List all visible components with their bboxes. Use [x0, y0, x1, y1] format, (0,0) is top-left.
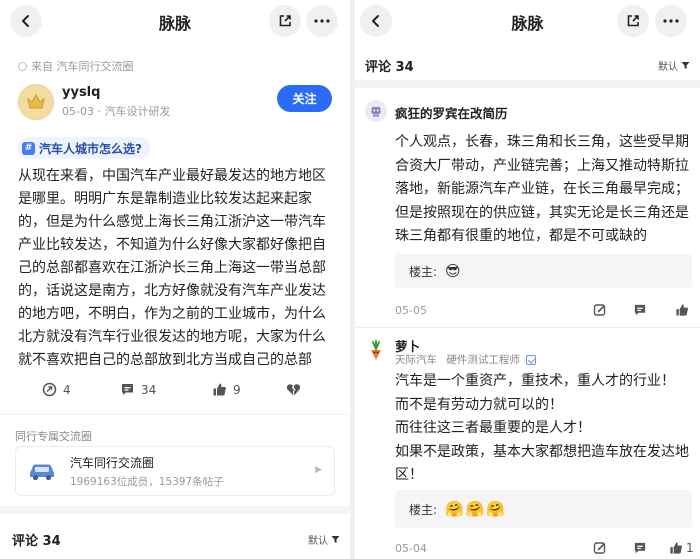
thumbs-up-icon	[676, 304, 688, 316]
group-stats: 1969163位成员，15397条帖子	[70, 475, 224, 488]
commenter-meta: 天际汽车 硬件测试工程师	[395, 352, 537, 367]
share-icon	[279, 15, 291, 27]
edit-icon	[593, 304, 606, 316]
like-count: 9	[233, 382, 241, 397]
share-action[interactable]: 4	[42, 382, 71, 397]
thumbs-up-icon	[670, 542, 682, 554]
divider	[0, 414, 350, 415]
commenter-name[interactable]: 疯狂的罗宾在改简历	[395, 103, 508, 122]
sort-icon	[681, 62, 690, 69]
post-body: 从现在来看，中国汽车产业最好最发达的地方地区是哪里。明明广东是靠制造业比较发达起…	[18, 168, 326, 368]
nav-bar: 脉脉	[0, 0, 350, 44]
author-reply[interactable]: 楼主: 😎	[395, 254, 692, 288]
sort-dropdown[interactable]: 默认	[658, 58, 690, 73]
verified-icon	[526, 355, 537, 365]
comments-header: 评论 34 默认	[355, 52, 700, 78]
like-button[interactable]: 1	[669, 541, 694, 555]
comments-title: 评论 34	[12, 534, 61, 549]
hashtag-icon: #	[22, 141, 35, 155]
broken-heart-icon	[286, 384, 301, 396]
group-name: 汽车同行交流圈	[70, 455, 155, 470]
repost-icon	[42, 382, 57, 397]
divider	[355, 327, 700, 328]
sort-label: 默认	[658, 62, 678, 73]
repost-comment-button[interactable]	[593, 303, 607, 317]
group-card[interactable]: 汽车同行交流圈 1969163位成员，15397条帖子 ▶	[15, 446, 335, 496]
chevron-right-icon: ▶	[315, 465, 322, 475]
post-source[interactable]: 来自 汽车同行交流圈	[18, 58, 134, 74]
comment-line: 如果不是政策，基本大家都想把造车放在发达地区！	[395, 443, 689, 484]
section-divider	[0, 506, 350, 514]
post-detail-panel: 脉脉 来自 汽车同行交流圈 yyslq 05-03 · 汽车设计研发 关注 # …	[0, 0, 350, 559]
author-reply[interactable]: 楼主: 🤗🤗🤗	[395, 490, 692, 528]
author-name[interactable]: yyslq	[62, 85, 170, 100]
comments-header: 评论 34 默认	[0, 526, 350, 552]
comment-footer: 05-04 1	[395, 541, 695, 557]
comment-line: 汽车是一个重资产，重技术，重人才的行业！	[395, 373, 675, 389]
sunglasses-emoji-icon: 😎	[445, 262, 463, 280]
share-icon	[627, 15, 639, 27]
comment-count: 34	[141, 382, 157, 397]
comment-icon	[634, 304, 646, 316]
post-actions: 4 34 9	[0, 382, 350, 406]
reply-label: 楼主:	[409, 264, 438, 279]
share-button[interactable]	[269, 5, 301, 37]
more-button[interactable]	[306, 5, 338, 37]
like-action[interactable]: 9	[212, 382, 241, 397]
topic-tag[interactable]: # 汽车人城市怎么选?	[18, 137, 150, 159]
source-label: 来自 汽车同行交流圈	[31, 60, 134, 73]
comment-line: 而不是有劳动力就可以的！	[395, 396, 563, 413]
repost-comment-button[interactable]	[593, 541, 607, 555]
comment-icon	[122, 384, 133, 395]
share-count: 4	[63, 382, 71, 397]
avatar[interactable]	[18, 84, 54, 120]
topic-label: 汽车人城市怎么选?	[39, 141, 142, 156]
comments-title: 评论 34	[365, 60, 414, 75]
edit-icon	[593, 542, 606, 554]
avatar[interactable]	[365, 339, 387, 361]
sort-dropdown[interactable]: 默认	[308, 532, 340, 547]
sort-label: 默认	[308, 536, 328, 547]
crown-avatar-icon	[27, 93, 45, 109]
reply-button[interactable]	[633, 303, 647, 317]
like-button[interactable]	[675, 303, 689, 317]
car-icon	[26, 455, 58, 487]
comment-footer: 05-05	[395, 303, 695, 319]
comment-date: 05-04	[395, 542, 427, 555]
thumbs-up-icon	[213, 383, 226, 396]
hug-emoji-icon: 🤗🤗🤗	[445, 500, 508, 518]
more-icon	[663, 19, 679, 23]
nav-bar: 脉脉	[355, 0, 700, 44]
group-section-label: 同行专属交流圈	[15, 430, 92, 443]
dislike-action[interactable]	[286, 382, 301, 397]
avatar[interactable]	[365, 100, 387, 122]
comment-icon	[634, 542, 646, 554]
like-count: 1	[686, 541, 694, 555]
comment-text: 汽车是一个重资产，重技术，重人才的行业！ 而不是有劳动力就可以的！ 而往往这三者…	[395, 370, 695, 488]
more-icon	[314, 19, 330, 23]
comment-date: 05-05	[395, 304, 427, 317]
comment-text: 个人观点，长春，珠三角和长三角，这些受早期合资大厂带动，产业链完善；上海又推动特…	[395, 134, 689, 244]
circle-icon	[18, 61, 27, 71]
share-button[interactable]	[617, 5, 649, 37]
section-divider	[355, 80, 700, 88]
carrot-avatar-icon	[371, 340, 381, 360]
reply-button[interactable]	[633, 541, 647, 555]
sort-icon	[331, 536, 340, 543]
robot-avatar-icon	[371, 107, 381, 117]
reply-label: 楼主:	[409, 502, 438, 517]
follow-button[interactable]: 关注	[277, 85, 332, 112]
author-meta: 05-03 · 汽车设计研发	[62, 105, 171, 118]
author-block[interactable]: yyslq 05-03 · 汽车设计研发	[18, 84, 170, 120]
more-button[interactable]	[655, 5, 687, 37]
comment-action[interactable]: 34	[120, 382, 156, 397]
comment-line: 而往往这三者最重要的是人才！	[395, 420, 591, 436]
commenter-company: 天际汽车	[395, 354, 437, 366]
comments-panel: 脉脉 评论 34 默认 疯狂的罗宾在改简历 个人观点，长春，珠三角和长三角，这些…	[355, 0, 700, 559]
commenter-role: 硬件测试工程师	[446, 354, 520, 366]
